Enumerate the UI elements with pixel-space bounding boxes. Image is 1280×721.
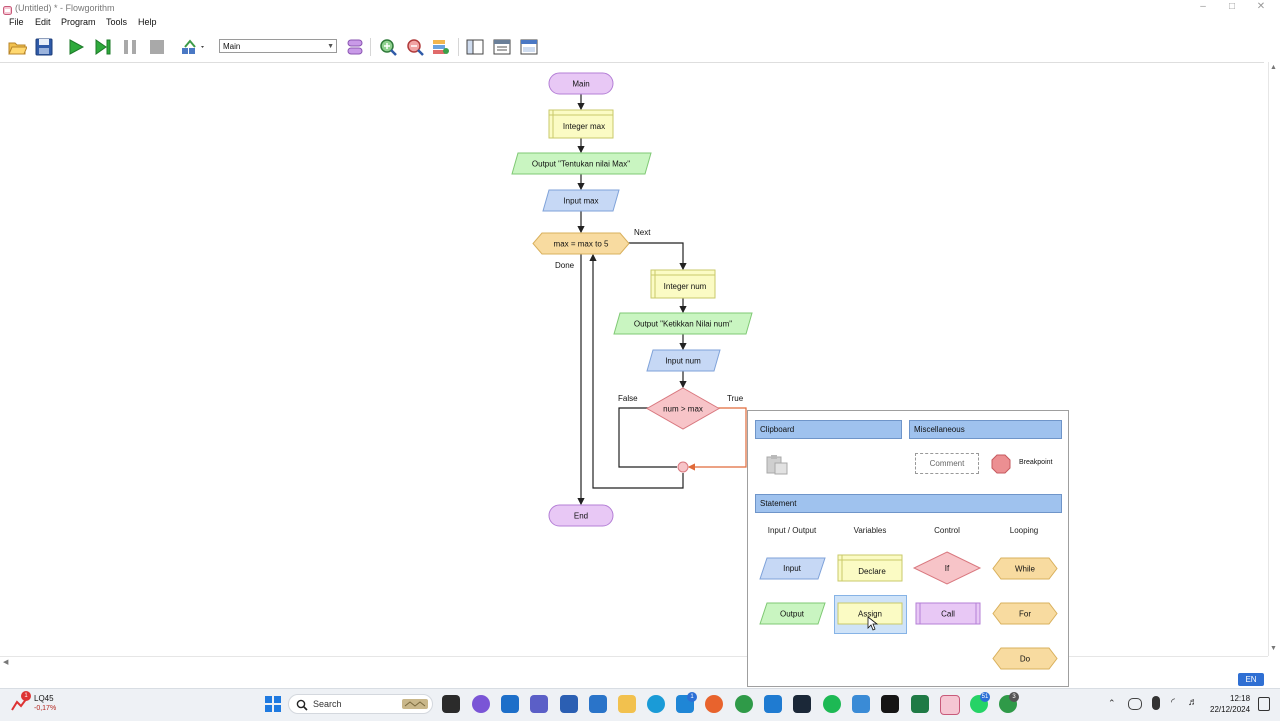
- stock-name: LQ45: [34, 694, 54, 703]
- excel-icon[interactable]: [911, 695, 929, 713]
- taskbar-search-label: Search: [313, 699, 342, 709]
- search-icon: [296, 698, 308, 711]
- palette-for[interactable]: For: [992, 602, 1058, 625]
- edge-icon[interactable]: [647, 695, 665, 713]
- palette-do[interactable]: Do: [992, 647, 1058, 670]
- palette-assign-label: Assign: [858, 610, 882, 619]
- chrome-profile-badge: 3: [1009, 692, 1019, 702]
- whatsapp-badge: 51: [980, 692, 990, 702]
- store-icon[interactable]: [589, 695, 607, 713]
- palette-while-label: While: [1015, 565, 1036, 574]
- file-explorer-icon[interactable]: [618, 695, 636, 713]
- palette-output-label: Output: [780, 610, 805, 619]
- palette-for-label: For: [1019, 610, 1031, 619]
- palette-declare[interactable]: Declare: [837, 554, 903, 582]
- vscode-icon[interactable]: [764, 695, 782, 713]
- outlook-icon[interactable]: [501, 695, 519, 713]
- palette-if-label: If: [945, 564, 950, 573]
- word-icon[interactable]: [560, 695, 578, 713]
- todo-badge: 1: [687, 692, 697, 702]
- palette-call[interactable]: Call: [915, 602, 981, 625]
- language-indicator[interactable]: EN: [1238, 673, 1264, 686]
- volume-icon[interactable]: ♬: [1188, 697, 1198, 708]
- flowgorithm-taskbar-icon[interactable]: [940, 695, 960, 715]
- tray-overflow-icon[interactable]: ⌃: [1108, 698, 1116, 709]
- palette-while[interactable]: While: [992, 557, 1058, 580]
- copilot-icon[interactable]: [472, 695, 490, 713]
- terminal-icon[interactable]: [793, 695, 811, 713]
- search-highlight-icon: [400, 696, 430, 712]
- windows-taskbar: [0, 688, 1280, 721]
- palette-input-label: Input: [783, 564, 802, 573]
- palette-output[interactable]: Output: [759, 602, 826, 625]
- windows-start-icon[interactable]: [264, 695, 282, 713]
- palette-do-label: Do: [1020, 655, 1031, 664]
- firefox-icon[interactable]: [705, 695, 723, 713]
- notepad-icon[interactable]: [852, 695, 870, 713]
- chrome-icon[interactable]: [735, 695, 753, 713]
- stock-alert-badge: 1: [21, 691, 31, 701]
- spotify-icon[interactable]: [823, 695, 841, 713]
- microphone-icon[interactable]: [1152, 696, 1160, 710]
- palette-shapes: Input Output Declare Assign If Call Whil…: [759, 551, 1058, 670]
- task-view-icon[interactable]: [442, 695, 460, 713]
- wifi-icon[interactable]: ◜: [1171, 697, 1175, 708]
- palette-declare-label: Declare: [858, 567, 886, 576]
- clock-date[interactable]: 22/12/2024: [1210, 705, 1250, 714]
- palette-input[interactable]: Input: [759, 557, 826, 580]
- notification-bell-icon[interactable]: [1258, 697, 1270, 711]
- teams-icon[interactable]: [530, 695, 548, 713]
- onedrive-icon[interactable]: [1128, 698, 1142, 710]
- palette-call-label: Call: [941, 610, 955, 619]
- intellij-icon[interactable]: [881, 695, 899, 713]
- clock-time[interactable]: 12:18: [1230, 694, 1250, 703]
- palette-if[interactable]: If: [912, 551, 982, 585]
- stock-change: -0,17%: [34, 705, 57, 712]
